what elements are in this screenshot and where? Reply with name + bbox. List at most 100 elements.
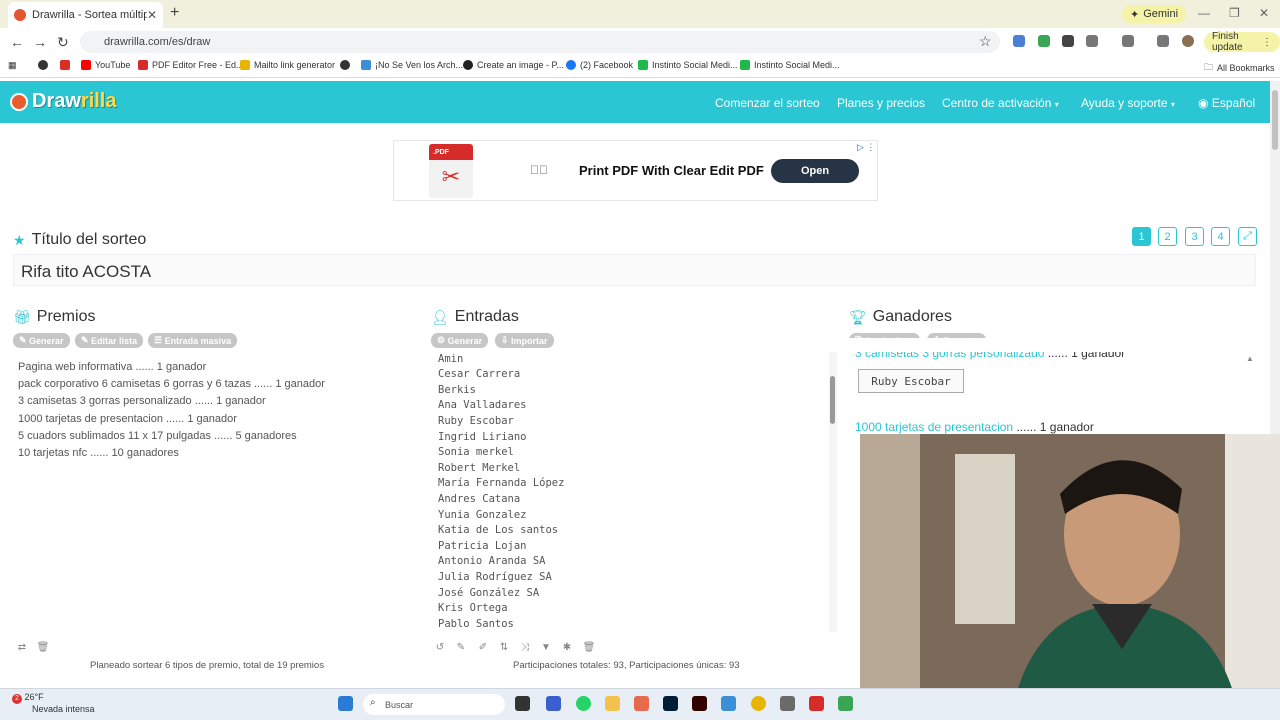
drawrilla-logo[interactable]: Drawrilla bbox=[10, 90, 116, 113]
acrobat-icon[interactable] bbox=[809, 696, 824, 711]
bookmark-youtube[interactable]: YouTube bbox=[81, 60, 130, 70]
app-icon[interactable] bbox=[546, 696, 561, 711]
page-3-button[interactable]: 3 bbox=[1185, 227, 1204, 246]
browser-tab[interactable]: Drawrilla - Sortea múltiples pre ✕ bbox=[8, 2, 163, 28]
close-tab-icon[interactable]: ✕ bbox=[147, 8, 157, 22]
entradas-generar-button[interactable]: ⚙ Generar bbox=[431, 333, 489, 348]
forward-icon[interactable]: → bbox=[33, 34, 47, 50]
nav-planes-precios[interactable]: Planes y precios bbox=[837, 96, 925, 110]
puzzle-icon[interactable] bbox=[1086, 35, 1098, 47]
new-tab-icon[interactable]: + bbox=[170, 4, 179, 22]
task-view-icon[interactable] bbox=[515, 696, 530, 711]
premios-editar-lista-button[interactable]: ✎ Editar lista bbox=[75, 333, 144, 348]
bookmark-pdf-editor[interactable]: PDF Editor Free - Ed... bbox=[138, 60, 244, 70]
refresh-icon[interactable]: ⇄ bbox=[14, 640, 30, 654]
list-item: Amin bbox=[438, 353, 464, 365]
extension-icon[interactable] bbox=[1062, 35, 1074, 47]
list-item: Ingrid Liriano bbox=[438, 431, 527, 443]
apps-icon[interactable]: ▦ bbox=[8, 60, 17, 71]
shuffle-icon[interactable]: ⤨ bbox=[517, 640, 533, 654]
page-2-button[interactable]: 2 bbox=[1158, 227, 1177, 246]
gemini-button[interactable]: ✦ Gemini bbox=[1122, 5, 1187, 23]
taskbar-search[interactable]: Buscar bbox=[363, 694, 505, 715]
page-4-button[interactable]: 4 bbox=[1211, 227, 1230, 246]
nav-language[interactable]: ◉ Español bbox=[1198, 96, 1255, 110]
bookmark-instinto-1[interactable]: Instinto Social Medi... bbox=[638, 60, 738, 70]
advertisement[interactable]: .PDF ✂ ▣⃞ Print PDF With Clear Edit PDF … bbox=[393, 140, 878, 201]
edit-icon[interactable]: ✎ bbox=[453, 640, 469, 654]
bookmark-gmail-icon[interactable] bbox=[60, 60, 70, 70]
list-item: Cesar Carrera bbox=[438, 368, 521, 380]
search-icon: ⌕ bbox=[370, 697, 376, 708]
user-icon: 👤︎ bbox=[431, 308, 449, 325]
list-item: Julia Rodríguez SA bbox=[438, 571, 552, 583]
chrome-icon[interactable] bbox=[751, 696, 766, 711]
nav-ayuda-soporte[interactable]: Ayuda y soporte ▾ bbox=[1081, 96, 1175, 110]
illustrator-icon[interactable] bbox=[692, 696, 707, 711]
undo-icon[interactable]: ↺ bbox=[432, 640, 448, 654]
entradas-scrollbar-thumb[interactable] bbox=[830, 376, 835, 424]
windows-start-icon[interactable] bbox=[338, 696, 353, 711]
nav-centro-activacion[interactable]: Centro de activación ▾ bbox=[942, 96, 1059, 110]
bookmark-archivos[interactable]: ¡No Se Ven los Arch... bbox=[361, 60, 463, 70]
site-header bbox=[0, 81, 1270, 123]
asterisk-icon[interactable]: ✱ bbox=[559, 640, 575, 654]
caret-down-icon: ▾ bbox=[1054, 100, 1059, 109]
list-item: Katia de Los santos bbox=[438, 524, 559, 536]
media-icon[interactable] bbox=[1157, 35, 1169, 47]
profile-avatar-icon[interactable] bbox=[1182, 35, 1194, 47]
bookmark-instinto-2[interactable]: Instinto Social Medi... bbox=[740, 60, 840, 70]
maximize-icon[interactable]: ❐ bbox=[1229, 6, 1240, 20]
url-field[interactable]: drawrilla.com/es/draw bbox=[80, 31, 1000, 53]
sidebar-icon[interactable] bbox=[1122, 35, 1134, 47]
ad-open-button[interactable]: Open bbox=[771, 159, 859, 183]
entradas-importar-button[interactable]: ⇩ Importar bbox=[495, 333, 554, 348]
fullscreen-icon[interactable]: ⤢ bbox=[1238, 227, 1257, 246]
premios-generar-button[interactable]: ✎ Generar bbox=[13, 333, 70, 348]
sort-icon[interactable]: ⇅ bbox=[496, 640, 512, 654]
app-icon[interactable] bbox=[838, 696, 853, 711]
page-scrollbar-thumb[interactable] bbox=[1272, 90, 1278, 150]
bookmark-star-icon[interactable]: ☆ bbox=[979, 33, 992, 50]
webcam-overlay bbox=[860, 434, 1280, 720]
all-bookmarks[interactable]: 🗀 All Bookmarks bbox=[1204, 60, 1275, 76]
pen-extension-icon[interactable] bbox=[1038, 35, 1050, 47]
copilot-icon[interactable] bbox=[634, 696, 649, 711]
draw-title-heading: ★ Título del sorteo bbox=[13, 231, 147, 248]
file-explorer-icon[interactable] bbox=[605, 696, 620, 711]
wand-icon[interactable]: ✐ bbox=[475, 640, 491, 654]
snipping-tool-icon[interactable] bbox=[780, 696, 795, 711]
gift-icon: 🎁︎ bbox=[13, 308, 31, 325]
trash-icon[interactable]: 🗑︎ bbox=[581, 640, 597, 654]
tab-title: Drawrilla - Sortea múltiples pre bbox=[32, 9, 147, 21]
folder-icon: 🗀 bbox=[1204, 62, 1214, 72]
filter-icon[interactable]: ▼ bbox=[538, 640, 554, 654]
whatsapp-icon[interactable] bbox=[576, 696, 591, 711]
bookmark-facebook[interactable]: (2) Facebook bbox=[566, 60, 633, 70]
bookmark-globe2-icon[interactable] bbox=[340, 60, 350, 70]
bookmark-create-image[interactable]: Create an image - P... bbox=[463, 60, 564, 70]
draw-title-input[interactable]: Rifa tito ACOSTA bbox=[13, 254, 1256, 286]
adchoices-icon[interactable]: ▷ ⋮ bbox=[857, 142, 875, 153]
translate-extension-icon[interactable] bbox=[1013, 35, 1025, 47]
weather-widget[interactable]: 2 26°F Nevada intensa bbox=[12, 692, 95, 714]
list-item: Berkis bbox=[438, 384, 476, 396]
finish-update-button[interactable]: Finish update ⋮ bbox=[1204, 31, 1280, 53]
sparkle-icon: ✦ bbox=[1130, 8, 1140, 21]
window-close-icon[interactable]: ✕ bbox=[1259, 6, 1269, 20]
photoshop-icon[interactable] bbox=[663, 696, 678, 711]
premios-entrada-masiva-button[interactable]: ☰ Entrada masiva bbox=[148, 333, 238, 348]
back-icon[interactable]: ← bbox=[10, 34, 24, 50]
trash-icon[interactable]: 🗑︎ bbox=[35, 640, 51, 654]
bookmark-mailto[interactable]: Mailto link generator bbox=[240, 60, 335, 70]
list-item: Pagina web informativa ...... 1 ganador bbox=[18, 361, 207, 373]
app-icon[interactable] bbox=[721, 696, 736, 711]
nav-comenzar-sorteo[interactable]: Comenzar el sorteo bbox=[715, 96, 820, 110]
scroll-up-icon[interactable]: ▲ bbox=[1246, 354, 1254, 363]
minimize-icon[interactable]: — bbox=[1198, 6, 1210, 20]
page-1-button[interactable]: 1 bbox=[1132, 227, 1151, 246]
ad-headline: Print PDF With Clear Edit PDF bbox=[579, 163, 764, 178]
bookmark-globe-icon[interactable] bbox=[38, 60, 48, 70]
winner-name: Ruby Escobar bbox=[858, 369, 964, 393]
reload-icon[interactable]: ↻ bbox=[57, 34, 69, 51]
